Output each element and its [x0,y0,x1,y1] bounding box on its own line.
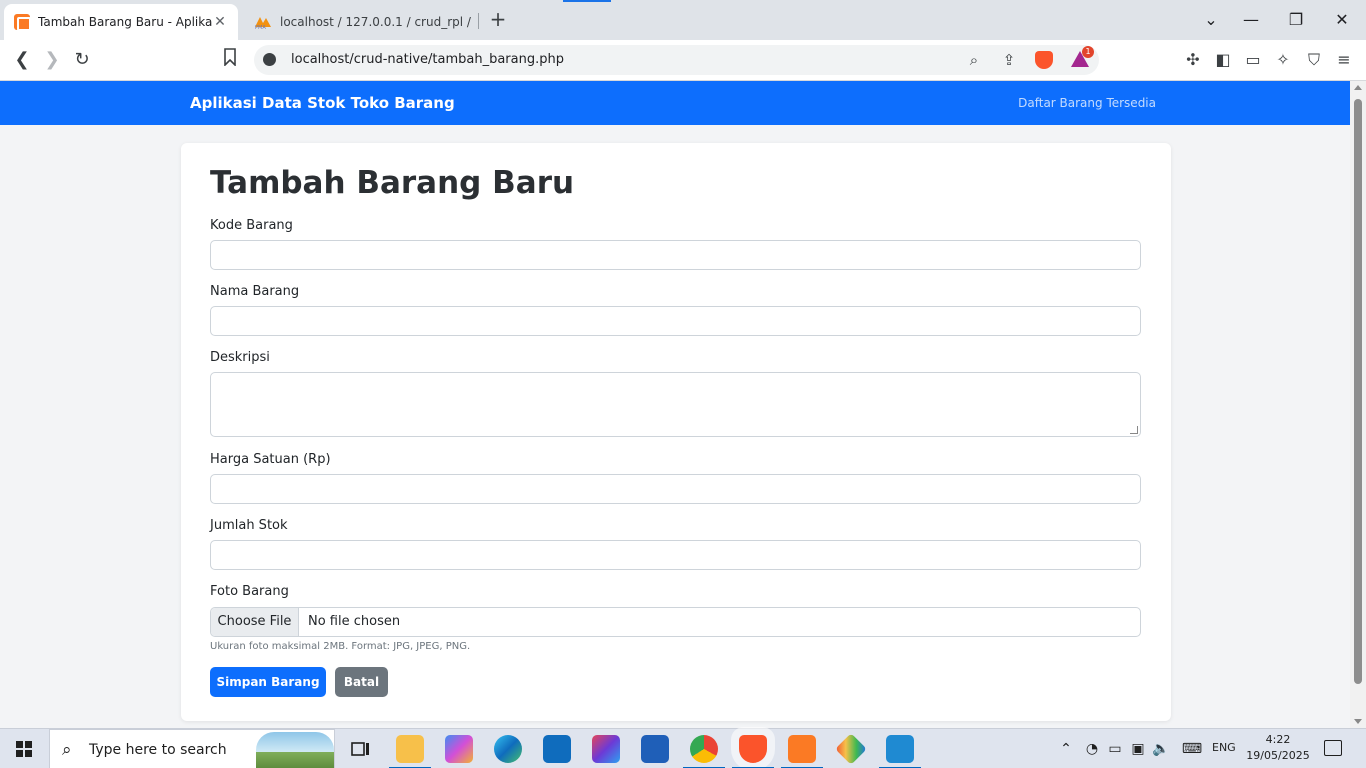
file-explorer-icon[interactable] [389,735,431,768]
jumlah-stok-input[interactable] [210,540,1141,570]
browser-toolbar: ❮ ❯ ↻ localhost/crud-native/tambah_baran… [0,40,1366,81]
nav-link-daftar-barang[interactable]: Daftar Barang Tersedia [1018,96,1156,110]
share-icon[interactable]: ⇪ [999,50,1019,70]
foto-barang-label: Foto Barang [210,584,289,599]
chrome-icon[interactable] [683,735,725,768]
vpn-icon[interactable]: ⛉ [1302,48,1326,72]
nama-barang-label: Nama Barang [210,284,300,299]
tab-title: Tambah Barang Baru - Aplikasi [38,15,212,29]
brave-shields-icon[interactable] [1035,51,1053,69]
edge-icon[interactable] [494,735,522,763]
display-icon[interactable]: ▣ [1129,740,1147,758]
foto-help-text: Ukuran foto maksimal 2MB. Format: JPG, J… [210,641,471,652]
clock-date: 19/05/2025 [1246,749,1310,762]
simpan-barang-button[interactable]: Simpan Barang [210,667,326,697]
kode-barang-label: Kode Barang [210,218,293,233]
tab-tambah-barang[interactable]: Tambah Barang Baru - Aplikasi ✕ [4,4,238,40]
reload-button[interactable]: ↻ [70,48,94,72]
input-language[interactable]: ENG [1212,741,1236,754]
sidebar-icon[interactable]: ◧ [1211,48,1235,72]
menu-icon[interactable]: ≡ [1332,48,1356,72]
form-card: Tambah Barang Baru Kode Barang Nama Bara… [181,143,1171,721]
kode-barang-input[interactable] [210,240,1141,270]
tab-phpmyadmin[interactable]: PMA localhost / 127.0.0.1 / crud_rpl / b… [246,4,480,40]
notification-center-icon[interactable] [1324,740,1342,756]
microsoft-365-icon[interactable] [592,735,620,763]
tab-title: localhost / 127.0.0.1 / crud_rpl / bar [280,15,472,29]
scroll-thumb[interactable] [1354,99,1362,684]
foto-barang-file-input[interactable]: Choose File No file chosen [210,607,1141,637]
rewards-badge: 1 [1082,46,1094,58]
brave-browser-icon[interactable] [732,735,774,768]
outlook-icon[interactable] [543,735,571,763]
vscode-icon[interactable] [879,735,921,768]
harga-satuan-label: Harga Satuan (Rp) [210,452,331,467]
phpmyadmin-favicon-icon: PMA [254,15,272,31]
tab-separator [478,13,479,29]
tab-drag-indicator [563,0,611,2]
back-button[interactable]: ❮ [10,48,34,72]
deskripsi-label: Deskripsi [210,350,270,365]
clock-time: 4:22 [1265,733,1291,746]
site-info-icon[interactable] [263,53,276,66]
navbar: Aplikasi Data Stok Toko Barang Daftar Ba… [0,81,1350,125]
scroll-down-arrow-icon[interactable] [1354,719,1362,724]
navbar-brand[interactable]: Aplikasi Data Stok Toko Barang [190,94,455,112]
windows-start-icon[interactable] [16,741,32,757]
battery-icon[interactable]: ▭ [1106,740,1124,758]
file-status-text: No file chosen [308,614,401,629]
tab-search-chevron-icon[interactable]: ⌄ [1199,8,1223,32]
batal-button[interactable]: Batal [335,667,388,697]
xampp-control-icon[interactable] [781,735,823,768]
resize-handle-icon[interactable] [1130,426,1138,434]
minimize-button[interactable]: — [1239,8,1263,32]
search-placeholder: Type here to search [89,742,227,758]
harga-satuan-input[interactable] [210,474,1141,504]
jumlah-stok-label: Jumlah Stok [210,518,288,533]
gitkraken-icon[interactable] [835,733,867,765]
search-highlight-image [256,732,334,768]
svg-text:PMA: PMA [255,25,266,29]
scroll-up-arrow-icon[interactable] [1354,85,1362,90]
leo-ai-icon[interactable]: ✧ [1271,48,1295,72]
zoom-icon[interactable]: ⌕ [964,50,984,70]
extensions-icon[interactable]: ✣ [1181,48,1205,72]
address-bar[interactable]: localhost/crud-native/tambah_barang.php … [254,45,1099,75]
page-scrollbar[interactable] [1350,81,1366,728]
taskbar-clock[interactable]: 4:22 19/05/2025 [1245,732,1311,764]
bookmark-icon[interactable] [218,48,242,72]
close-window-button[interactable]: ✕ [1330,8,1354,32]
restore-button[interactable]: ❐ [1284,8,1308,32]
nama-barang-input[interactable] [210,306,1141,336]
close-tab-icon[interactable]: ✕ [212,14,228,30]
microsoft-store-icon[interactable] [641,735,669,763]
volume-icon[interactable]: 🔈 [1152,740,1170,758]
windows-taskbar: ⌕ Type here to search ⌃ ◔ ▭ ▣ 🔈 ⌨ ENG 4:… [0,728,1366,768]
taskbar-search-box[interactable]: ⌕ Type here to search [49,729,335,768]
task-view-icon[interactable] [347,735,375,763]
url-text[interactable]: localhost/crud-native/tambah_barang.php [291,52,564,67]
copilot-icon[interactable] [445,735,473,763]
search-icon: ⌕ [62,740,72,760]
choose-file-button[interactable]: Choose File [211,608,299,636]
deskripsi-textarea[interactable] [210,372,1141,437]
new-tab-button[interactable]: + [488,9,508,31]
browser-tab-strip: Tambah Barang Baru - Aplikasi ✕ PMA loca… [0,0,1366,40]
show-hidden-icons-chevron-icon[interactable]: ⌃ [1057,740,1075,758]
web-page: Aplikasi Data Stok Toko Barang Daftar Ba… [0,81,1350,728]
network-icon[interactable]: ◔ [1083,740,1101,758]
forward-button[interactable]: ❯ [40,48,64,72]
wallet-icon[interactable]: ▭ [1241,48,1265,72]
touch-keyboard-icon[interactable]: ⌨ [1180,740,1204,758]
xampp-favicon-icon [14,14,31,31]
page-title: Tambah Barang Baru [210,165,575,201]
